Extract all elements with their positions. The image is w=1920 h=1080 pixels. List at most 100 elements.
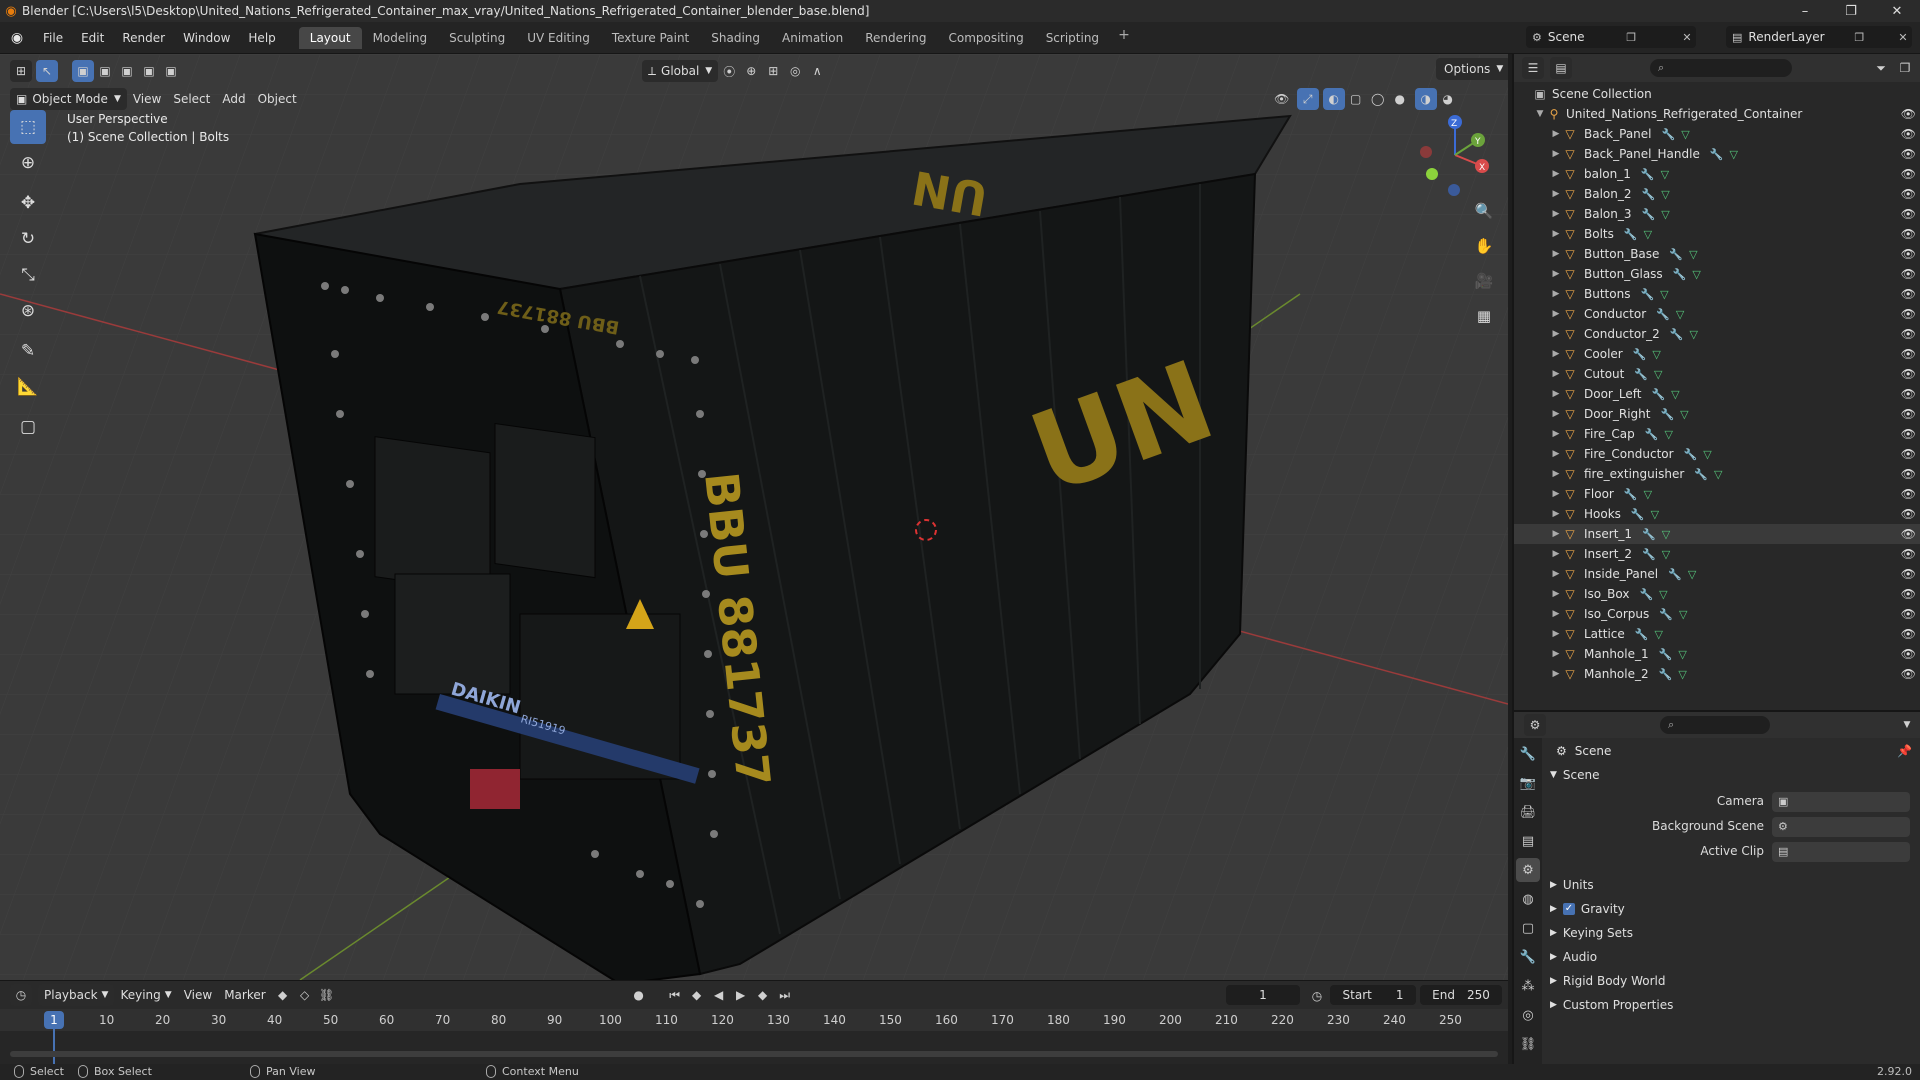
eye-icon[interactable]: 👁	[1901, 367, 1916, 381]
modifier-wrench-icon[interactable]: 🔧	[1633, 348, 1647, 361]
modifier-wrench-icon[interactable]: 🔧	[1710, 148, 1724, 161]
mesh-data-icon[interactable]: ▽	[1678, 648, 1686, 661]
output-tab-icon[interactable]: 🖨	[1516, 800, 1540, 824]
collection-row[interactable]: ▼ ⚲ United_Nations_Refrigerated_Containe…	[1514, 104, 1920, 124]
mesh-data-icon[interactable]: ▽	[1661, 168, 1669, 181]
outliner-item[interactable]: ▶ ▽ Inside_Panel 🔧 ▽ 👁	[1514, 564, 1920, 584]
tab-sculpting[interactable]: Sculpting	[438, 27, 516, 49]
chevron-down-icon[interactable]: ▼	[1896, 714, 1918, 736]
next-keyframe-icon[interactable]: ◆	[752, 984, 774, 1006]
eye-icon[interactable]: 👁	[1901, 627, 1916, 641]
start-frame-field[interactable]: Start 1	[1330, 985, 1416, 1005]
editor-type-icon[interactable]: ⊞	[10, 60, 32, 82]
outliner-item[interactable]: ▶ ▽ Fire_Conductor 🔧 ▽ 👁	[1514, 444, 1920, 464]
eye-icon[interactable]: 👁	[1901, 267, 1916, 281]
expand-arrow-icon[interactable]: ▶	[1550, 489, 1562, 499]
outliner-item[interactable]: ▶ ▽ Buttons 🔧 ▽ 👁	[1514, 284, 1920, 304]
modifier-wrench-icon[interactable]: 🔧	[1641, 168, 1655, 181]
modifier-wrench-icon[interactable]: 🔧	[1642, 548, 1656, 561]
mesh-data-icon[interactable]: ▽	[1654, 628, 1662, 641]
mode-dropdown[interactable]: ▣ Object Mode ▼	[10, 88, 127, 110]
particles-tab-icon[interactable]: ⁂	[1516, 974, 1540, 998]
outliner-search-input[interactable]: ⌕	[1650, 59, 1792, 77]
mesh-data-icon[interactable]: ▽	[1680, 408, 1688, 421]
timeline-track-area[interactable]	[0, 1031, 1508, 1065]
outliner-item[interactable]: ▶ ▽ Cooler 🔧 ▽ 👁	[1514, 344, 1920, 364]
modifier-wrench-icon[interactable]: 🔧	[1659, 668, 1673, 681]
annotate-tool-icon[interactable]: ✎	[10, 334, 46, 368]
eye-icon[interactable]: 👁	[1901, 207, 1916, 221]
timeline-menu-view[interactable]: View	[178, 984, 218, 1006]
tab-animation[interactable]: Animation	[771, 27, 854, 49]
modifier-wrench-icon[interactable]: 🔧	[1660, 408, 1674, 421]
expand-arrow-icon[interactable]: ▶	[1550, 369, 1562, 379]
eye-icon[interactable]: 👁	[1901, 327, 1916, 341]
eye-icon[interactable]: 👁	[1901, 507, 1916, 521]
eye-icon[interactable]: 👁	[1901, 667, 1916, 681]
select-mode-extend-icon[interactable]: ▣	[94, 60, 116, 82]
outliner-item[interactable]: ▶ ▽ Button_Glass 🔧 ▽ 👁	[1514, 264, 1920, 284]
expand-arrow-icon[interactable]: ▶	[1550, 269, 1562, 279]
view-layer-selector[interactable]: ▤ RenderLayer ❐ ✕	[1726, 26, 1912, 48]
timeline-editor-type-icon[interactable]: ◷	[10, 984, 32, 1006]
mesh-data-icon[interactable]: ▽	[1688, 568, 1696, 581]
proportional-edit-icon[interactable]: ◎	[784, 60, 806, 82]
mesh-data-icon[interactable]: ▽	[1671, 388, 1679, 401]
delete-layer-icon[interactable]: ✕	[1894, 31, 1912, 44]
current-frame-field[interactable]: 1	[1226, 985, 1300, 1005]
mesh-data-icon[interactable]: ▽	[1659, 588, 1667, 601]
modifier-wrench-icon[interactable]: 🔧	[1642, 528, 1656, 541]
new-scene-icon[interactable]: ❐	[1622, 31, 1640, 44]
mesh-data-icon[interactable]: ▽	[1662, 528, 1670, 541]
select-tool-icon[interactable]: ↖	[36, 60, 58, 82]
mesh-data-icon[interactable]: ▽	[1676, 308, 1684, 321]
expand-arrow-icon[interactable]: ▶	[1550, 189, 1562, 199]
filter-icon[interactable]: ⏷	[1870, 57, 1892, 79]
current-frame-marker[interactable]: 1	[44, 1011, 64, 1029]
eye-icon[interactable]: 👁	[1901, 607, 1916, 621]
expand-arrow-icon[interactable]: ▶	[1550, 409, 1562, 419]
custom-properties-panel-header[interactable]: ▶ Custom Properties	[1550, 998, 1673, 1012]
outliner-item[interactable]: ▶ ▽ Bolts 🔧 ▽ 👁	[1514, 224, 1920, 244]
zoom-icon[interactable]: 🔍	[1470, 196, 1498, 226]
blender-logo-icon[interactable]: ◉	[0, 30, 34, 46]
overlay-toggle-icon[interactable]: ◐	[1322, 88, 1345, 110]
expand-arrow-icon[interactable]: ▶	[1550, 589, 1562, 599]
modifier-wrench-icon[interactable]: 🔧	[1694, 468, 1708, 481]
snap-target-icon[interactable]: ⊞	[762, 60, 784, 82]
eye-icon[interactable]: 👁	[1901, 487, 1916, 501]
keying-dropdown[interactable]: Keying ▼	[114, 984, 177, 1006]
active-clip-field[interactable]: ▤	[1772, 842, 1910, 862]
eye-icon[interactable]: 👁	[1901, 567, 1916, 581]
background-scene-field[interactable]: ⚙	[1772, 817, 1910, 837]
wireframe-shading-icon[interactable]: ◯	[1367, 88, 1389, 110]
mesh-data-icon[interactable]: ▽	[1664, 428, 1672, 441]
mesh-data-icon[interactable]: ▽	[1681, 128, 1689, 141]
visibility-icon[interactable]: 👁	[1271, 88, 1293, 110]
display-mode-icon[interactable]: ▤	[1550, 57, 1572, 79]
properties-editor-type-icon[interactable]: ⚙	[1524, 714, 1546, 736]
eye-icon[interactable]: 👁	[1901, 147, 1916, 161]
mesh-data-icon[interactable]: ▽	[1660, 288, 1668, 301]
record-icon[interactable]: ●	[628, 984, 650, 1006]
gravity-checkbox[interactable]: ✓	[1562, 903, 1575, 915]
rotate-tool-icon[interactable]: ↻	[10, 222, 46, 256]
tab-uv-editing[interactable]: UV Editing	[516, 27, 601, 49]
audio-panel-header[interactable]: ▶ Audio	[1550, 950, 1597, 964]
view-layer-tab-icon[interactable]: ▤	[1516, 829, 1540, 853]
mesh-data-icon[interactable]: ▽	[1662, 548, 1670, 561]
outliner-item[interactable]: ▶ ▽ Balon_2 🔧 ▽ 👁	[1514, 184, 1920, 204]
modifier-wrench-icon[interactable]: 🔧	[1659, 648, 1673, 661]
mesh-data-icon[interactable]: ▽	[1652, 348, 1660, 361]
timeline-scrollbar[interactable]	[10, 1051, 1498, 1057]
camera-view-icon[interactable]: 🎥	[1470, 266, 1498, 296]
outliner-item[interactable]: ▶ ▽ Conductor_2 🔧 ▽ 👁	[1514, 324, 1920, 344]
cursor-tool-icon[interactable]: ⊕	[10, 146, 46, 180]
collapse-arrow-icon[interactable]: ▼	[1534, 109, 1546, 119]
eye-icon[interactable]: 👁	[1901, 447, 1916, 461]
eye-icon[interactable]: 👁	[1901, 307, 1916, 321]
outliner-item[interactable]: ▶ ▽ Door_Right 🔧 ▽ 👁	[1514, 404, 1920, 424]
modifier-wrench-icon[interactable]: 🔧	[1645, 428, 1659, 441]
3d-viewport[interactable]: BBU 881737 UN UN BBU 881737 DAIKIN RI519…	[0, 54, 1508, 980]
modifier-wrench-icon[interactable]: 🔧	[1656, 308, 1670, 321]
